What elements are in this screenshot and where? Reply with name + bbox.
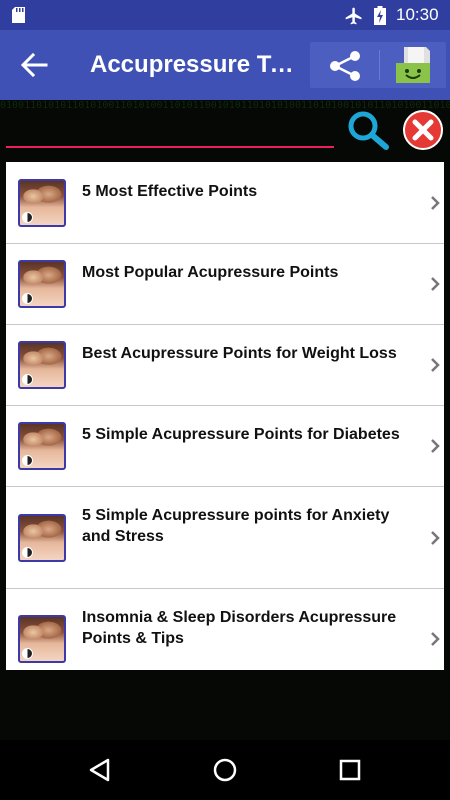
- back-arrow-icon[interactable]: [20, 52, 48, 78]
- acupressure-thumbnail: [18, 341, 66, 389]
- app-bar-actions: [310, 42, 446, 88]
- app-bar: Accupressure Tu...: [0, 30, 450, 100]
- search-icon[interactable]: [346, 110, 390, 150]
- share-icon[interactable]: [328, 50, 362, 82]
- acupressure-thumbnail: [18, 422, 66, 470]
- drawer-icon[interactable]: [394, 45, 432, 85]
- home-circle-icon[interactable]: [212, 757, 238, 783]
- close-icon[interactable]: [402, 110, 444, 150]
- list-item[interactable]: Best Acupressure Points for Weight Loss: [6, 325, 444, 406]
- yin-yang-icon: [22, 455, 33, 466]
- yin-yang-icon: [22, 212, 33, 223]
- list-item[interactable]: 5 Most Effective Points: [6, 162, 444, 244]
- airplane-mode-icon: [345, 7, 362, 25]
- chevron-right-icon: [431, 632, 440, 646]
- list-item-label: Best Acupressure Points for Weight Loss: [82, 345, 397, 362]
- acupressure-thumbnail: [18, 260, 66, 308]
- yin-yang-icon: [22, 547, 33, 558]
- list-item[interactable]: 5 Simple Acupressure Points for Diabetes: [6, 406, 444, 487]
- acupressure-thumbnail: [18, 615, 66, 663]
- list-item-label: 5 Most Effective Points: [82, 183, 258, 200]
- page-title: Accupressure Tu...: [90, 51, 300, 78]
- list-item-label: Insomnia & Sleep Disorders Acupressure P…: [82, 609, 397, 647]
- action-divider: [379, 50, 380, 80]
- list-item[interactable]: Insomnia & Sleep Disorders Acupressure P…: [6, 589, 444, 670]
- chevron-right-icon: [431, 439, 440, 453]
- acupressure-thumbnail: [18, 514, 66, 562]
- back-triangle-icon[interactable]: [87, 757, 113, 783]
- chevron-right-icon: [431, 531, 440, 545]
- search-underline[interactable]: [6, 146, 334, 148]
- topics-list: 5 Most Effective Points Most Popular Acu…: [6, 162, 444, 670]
- chevron-right-icon: [431, 196, 440, 210]
- yin-yang-icon: [22, 293, 33, 304]
- chevron-right-icon: [431, 277, 440, 291]
- list-item-label: 5 Simple Acupressure points for Anxiety …: [82, 507, 390, 545]
- list-item[interactable]: Most Popular Acupressure Points: [6, 244, 444, 325]
- list-item-label: 5 Simple Acupressure Points for Diabetes: [82, 426, 400, 443]
- chevron-right-icon: [431, 358, 440, 372]
- system-nav-bar: [0, 740, 450, 800]
- list-item[interactable]: 5 Simple Acupressure points for Anxiety …: [6, 487, 444, 589]
- yin-yang-icon: [22, 374, 33, 385]
- status-time: 10:30: [396, 5, 439, 24]
- recents-square-icon[interactable]: [337, 757, 363, 783]
- yin-yang-icon: [22, 648, 33, 659]
- list-item-label: Most Popular Acupressure Points: [82, 264, 339, 281]
- sd-card-icon: [12, 7, 25, 23]
- status-bar: 10:30: [0, 0, 450, 30]
- battery-charging-icon: [374, 6, 386, 25]
- acupressure-thumbnail: [18, 179, 66, 227]
